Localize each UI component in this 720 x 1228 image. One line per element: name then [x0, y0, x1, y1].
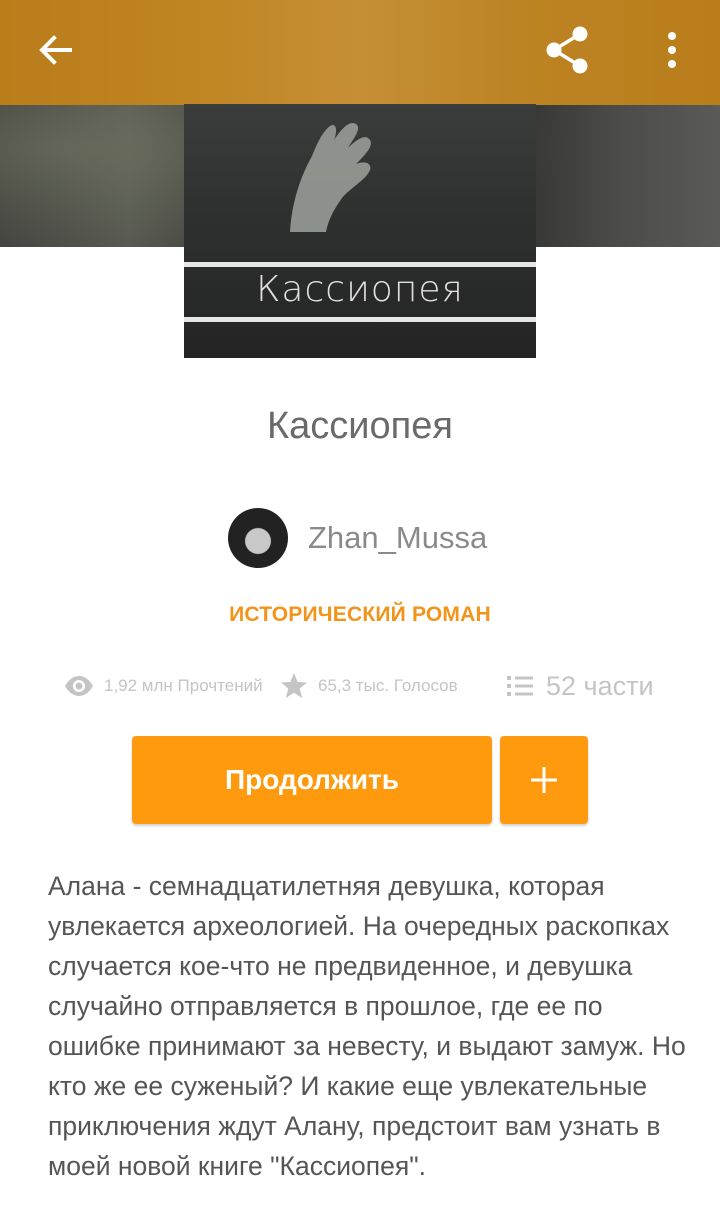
arrow-left-icon[interactable]: [30, 26, 80, 76]
author-name[interactable]: Zhan_Mussa: [308, 520, 487, 556]
app-bar: [0, 0, 720, 105]
cover-hand-image: [290, 122, 371, 232]
more-vert-icon[interactable]: [650, 24, 694, 76]
star-icon: [281, 673, 307, 698]
book-cover[interactable]: Кассиопея: [184, 104, 536, 358]
genre-link[interactable]: ИСТОРИЧЕСКИЙ РОМАН: [0, 603, 720, 627]
story-title: Кассиопея: [267, 405, 453, 447]
continue-button[interactable]: Продолжить: [132, 736, 492, 824]
share-icon[interactable]: [540, 22, 596, 78]
cover-title: Кассиопея: [256, 269, 464, 310]
author-row[interactable]: Zhan_Mussa: [228, 508, 487, 568]
reads-stat: 1,92 млн Прочтений: [64, 666, 263, 706]
cover-line-bottom: [184, 317, 536, 322]
votes-count: 65,3 тыс. Голосов: [318, 676, 458, 695]
reads-count: 1,92 млн Прочтений: [104, 676, 263, 695]
list-icon: [507, 676, 533, 696]
parts-stat[interactable]: 52 части: [506, 666, 654, 706]
plus-icon: [531, 767, 557, 793]
story-description: Алана - семнадцатилетняя девушка, котора…: [48, 871, 686, 1181]
cover-line-top: [184, 262, 536, 267]
eye-icon: [65, 676, 93, 696]
votes-stat: 65,3 тыс. Голосов: [280, 666, 458, 706]
add-to-library-button[interactable]: [500, 736, 588, 824]
avatar[interactable]: [228, 508, 288, 568]
parts-count[interactable]: 52 части: [546, 671, 654, 702]
